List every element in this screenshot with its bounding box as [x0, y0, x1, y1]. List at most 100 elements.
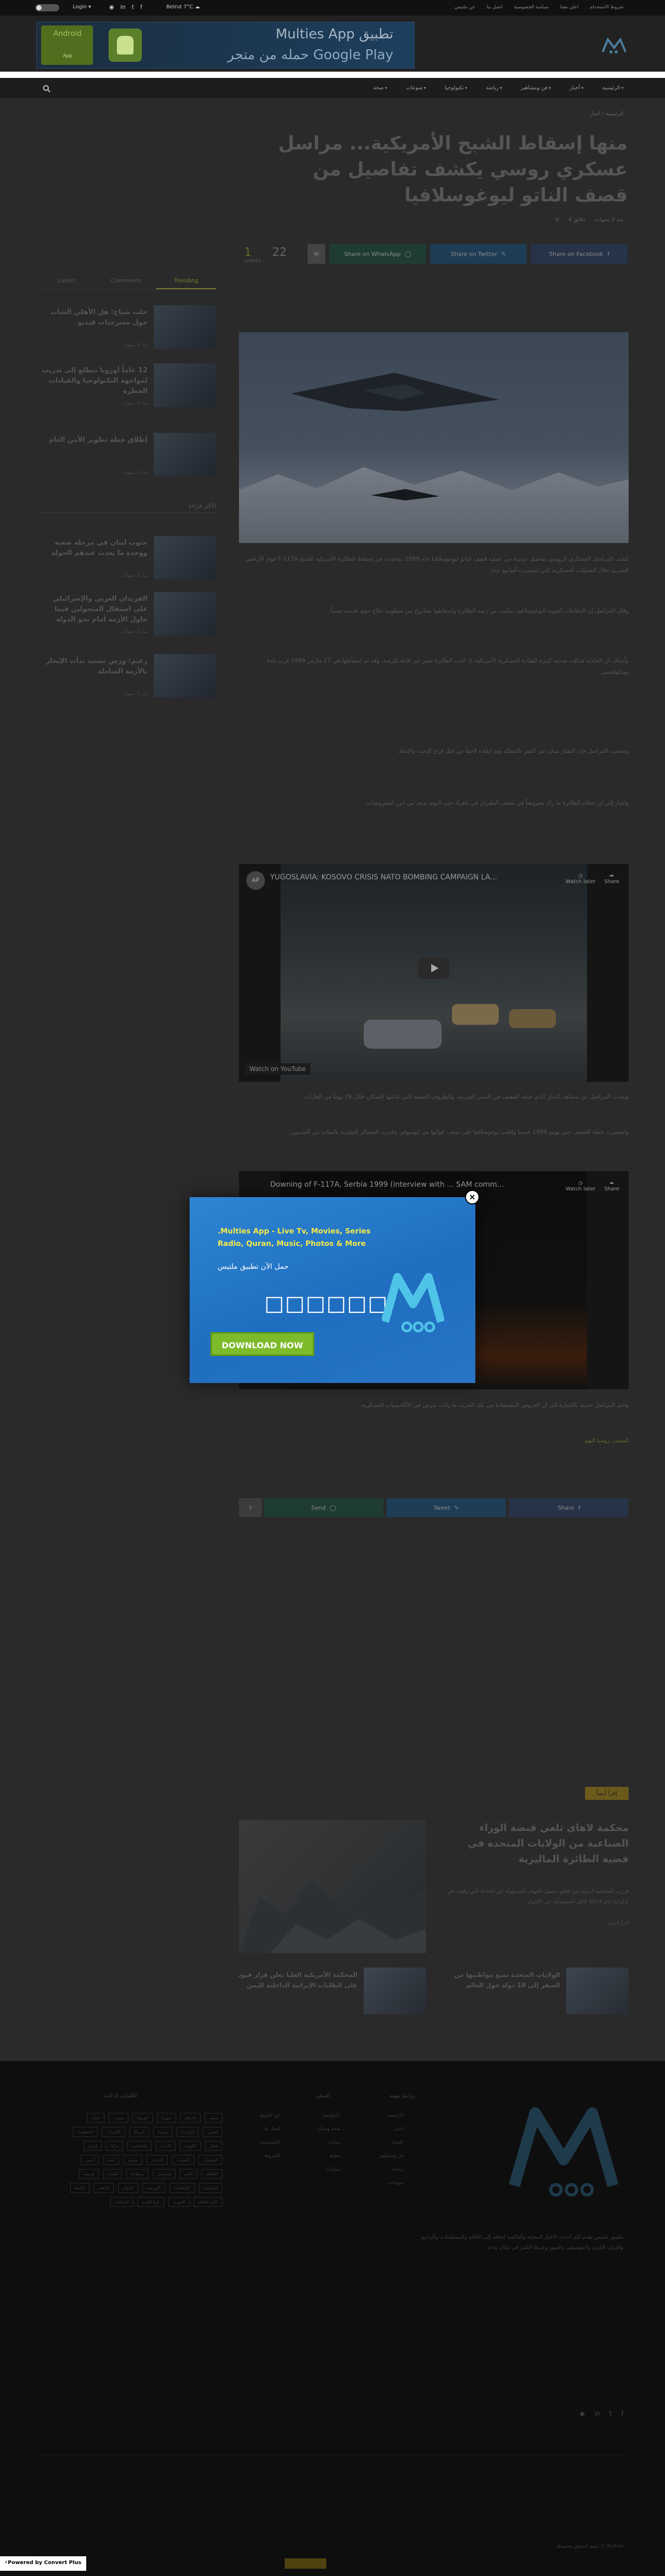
- twitter-share-button[interactable]: Share on Twitter ✎: [430, 244, 527, 264]
- tag[interactable]: اليمن: [81, 2155, 100, 2165]
- close-icon[interactable]: ×: [465, 1190, 480, 1204]
- tag[interactable]: أمريكا: [129, 2127, 149, 2137]
- sidebar-article[interactable]: الفريدان العربي والإسرائيلي على استقال ا…: [36, 592, 216, 638]
- twitter-icon[interactable]: t: [609, 2410, 612, 2417]
- nav-item[interactable]: الرئيسية: [602, 85, 623, 91]
- nav-item[interactable]: فن ومشاهير: [521, 85, 551, 91]
- dark-mode-toggle[interactable]: [35, 4, 59, 11]
- tag[interactable]: الذهب: [93, 2183, 114, 2193]
- video-share-button[interactable]: ➦ Share: [604, 1181, 619, 1192]
- nav-item[interactable]: أخبار: [570, 85, 583, 91]
- channel-logo[interactable]: AP: [246, 871, 265, 890]
- nav-item[interactable]: رياضة: [486, 85, 502, 91]
- back-to-top-button[interactable]: [285, 2558, 326, 2569]
- related-main-image[interactable]: [239, 1820, 426, 1953]
- tag[interactable]: سوريا: [156, 2113, 176, 2123]
- related-main-title[interactable]: محكمة لاهاي تلغي قبضة الوراء الصناعية من…: [442, 1820, 629, 1867]
- tag[interactable]: قطر: [205, 2141, 222, 2151]
- footer-link[interactable]: عن الموقع: [260, 2113, 280, 2118]
- watch-later-button[interactable]: ◷ Watch later: [566, 873, 595, 885]
- footer-link[interactable]: فن ومشاهير: [379, 2153, 403, 2159]
- sidebar-article[interactable]: جنوب لبنان في مرحلة صعبة ووحدة ما بعدت ع…: [36, 536, 216, 581]
- top-link[interactable]: عن ملتيس: [455, 5, 475, 10]
- top-link[interactable]: اتصل بنا: [487, 5, 502, 10]
- footer-logo[interactable]: [509, 2097, 618, 2201]
- download-now-button[interactable]: DOWNLOAD NOW: [210, 1332, 314, 1356]
- footer-link[interactable]: صحة وجمال: [317, 2126, 341, 2132]
- footer-link[interactable]: رياضة: [379, 2167, 403, 2172]
- whatsapp-share-button[interactable]: Send ◯: [264, 1498, 383, 1517]
- sidebar-article[interactable]: حلب شباخ: هل الأهلي الشاب حول مسرحيات في…: [36, 305, 216, 351]
- footer-link[interactable]: اتصل بنا: [260, 2126, 280, 2132]
- rss-icon[interactable]: ◉: [109, 4, 114, 10]
- tag[interactable]: بريطانيا: [126, 2169, 149, 2179]
- tag[interactable]: البورصة: [142, 2183, 165, 2193]
- site-logo[interactable]: [601, 36, 628, 55]
- facebook-icon[interactable]: f: [621, 2410, 623, 2417]
- tag[interactable]: بيروت: [108, 2113, 129, 2123]
- twitter-share-button[interactable]: Tweet ✎: [387, 1498, 506, 1517]
- footer-link[interactable]: مطبخ: [317, 2153, 341, 2159]
- tag[interactable]: ليبيا: [103, 2155, 119, 2165]
- footer-link[interactable]: الرئيسية: [379, 2113, 403, 2118]
- nav-item[interactable]: منوعات: [406, 85, 426, 91]
- search-icon[interactable]: [43, 85, 51, 93]
- play-button[interactable]: [418, 957, 449, 979]
- read-more-link[interactable]: اقرأ المزيد: [608, 1921, 629, 1926]
- tag[interactable]: العراق: [180, 2113, 201, 2123]
- tag[interactable]: ألمانيا: [103, 2169, 123, 2179]
- footer-link[interactable]: سياحة: [317, 2140, 340, 2145]
- linkedin-icon[interactable]: in: [121, 4, 126, 10]
- linkedin-icon[interactable]: in: [594, 2410, 600, 2417]
- powered-by-badge[interactable]: ⚡Powered by Convert Plus: [0, 2556, 87, 2571]
- footer-link[interactable]: اقتصاد: [379, 2140, 403, 2145]
- footer-link[interactable]: أخبار: [379, 2126, 404, 2132]
- facebook-share-button[interactable]: Share on Facebook f: [531, 244, 628, 264]
- tag[interactable]: روسيا: [153, 2127, 173, 2137]
- tab-comments[interactable]: Comments: [96, 273, 156, 289]
- facebook-icon[interactable]: f: [140, 4, 142, 10]
- tag[interactable]: الدوري: [168, 2197, 190, 2207]
- youtube-video-1[interactable]: AP YUGOSLAVIA: KOSOVO CRISIS NATO BOMBIN…: [239, 864, 629, 1082]
- related-item[interactable]: المحكمة الأمريكية العليا تعلن قرار قيود …: [234, 1968, 426, 2015]
- tag[interactable]: الأردن: [155, 2141, 176, 2151]
- tag[interactable]: الإمارات: [101, 2127, 125, 2137]
- footer-link[interactable]: تكنولوجيا: [317, 2113, 340, 2118]
- tag[interactable]: كأس العالم: [193, 2197, 222, 2207]
- tag[interactable]: كورونا: [132, 2113, 153, 2123]
- footer-link[interactable]: سيارات: [317, 2167, 340, 2172]
- tag[interactable]: الحكومة: [199, 2183, 222, 2193]
- tab-trending[interactable]: Trending: [156, 273, 216, 289]
- email-share-button[interactable]: ✉: [308, 244, 325, 264]
- video-share-button[interactable]: ➦ Share: [604, 873, 619, 885]
- tag[interactable]: الدولار: [117, 2183, 138, 2193]
- tag[interactable]: إيران: [83, 2141, 102, 2151]
- top-link[interactable]: سياسة الخصوصية: [514, 5, 549, 10]
- video-title[interactable]: YUGOSLAVIA: KOSOVO CRISIS NATO BOMBING C…: [270, 873, 561, 882]
- rss-icon[interactable]: ◉: [580, 2410, 585, 2417]
- tag[interactable]: الكويت: [179, 2141, 202, 2151]
- sidebar-article[interactable]: 12 عاماً أوروبا تتطلع إلى تدريب لمواجهة …: [36, 363, 216, 409]
- top-link[interactable]: اعلن معنا: [560, 5, 578, 10]
- tag[interactable]: السودان: [198, 2155, 222, 2165]
- tag[interactable]: السعودية: [72, 2127, 98, 2137]
- tag[interactable]: فلسطين: [127, 2141, 152, 2151]
- tag[interactable]: إسرائيل: [153, 2169, 176, 2179]
- login-link[interactable]: Login ▾: [73, 4, 91, 10]
- tag[interactable]: الانتخابات: [169, 2183, 195, 2193]
- footer-link[interactable]: منوعات: [379, 2180, 404, 2186]
- tag[interactable]: تونس: [123, 2155, 143, 2165]
- tag[interactable]: البرلمان: [110, 2197, 134, 2207]
- tab-latest[interactable]: Latest: [36, 273, 96, 289]
- footer-link[interactable]: الشروط: [260, 2153, 280, 2159]
- tag[interactable]: تركيا: [105, 2141, 124, 2151]
- sidebar-article[interactable]: زعيم: ورس تنسيد بدأت الإنجاز بالأزمة الش…: [36, 654, 216, 700]
- tag[interactable]: لبنان: [87, 2113, 104, 2123]
- nav-item[interactable]: صحة: [373, 85, 387, 91]
- ad-banner[interactable]: Android App Multies App تطبيق حمله من مت…: [36, 22, 415, 69]
- footer-link[interactable]: الخصوصية: [260, 2140, 281, 2145]
- breadcrumb[interactable]: الرئيسية / أخبار: [590, 111, 623, 117]
- tag[interactable]: الطاقة: [202, 2169, 222, 2179]
- top-link[interactable]: شروط الاستخدام: [590, 5, 623, 10]
- facebook-share-button[interactable]: Share f: [509, 1498, 629, 1517]
